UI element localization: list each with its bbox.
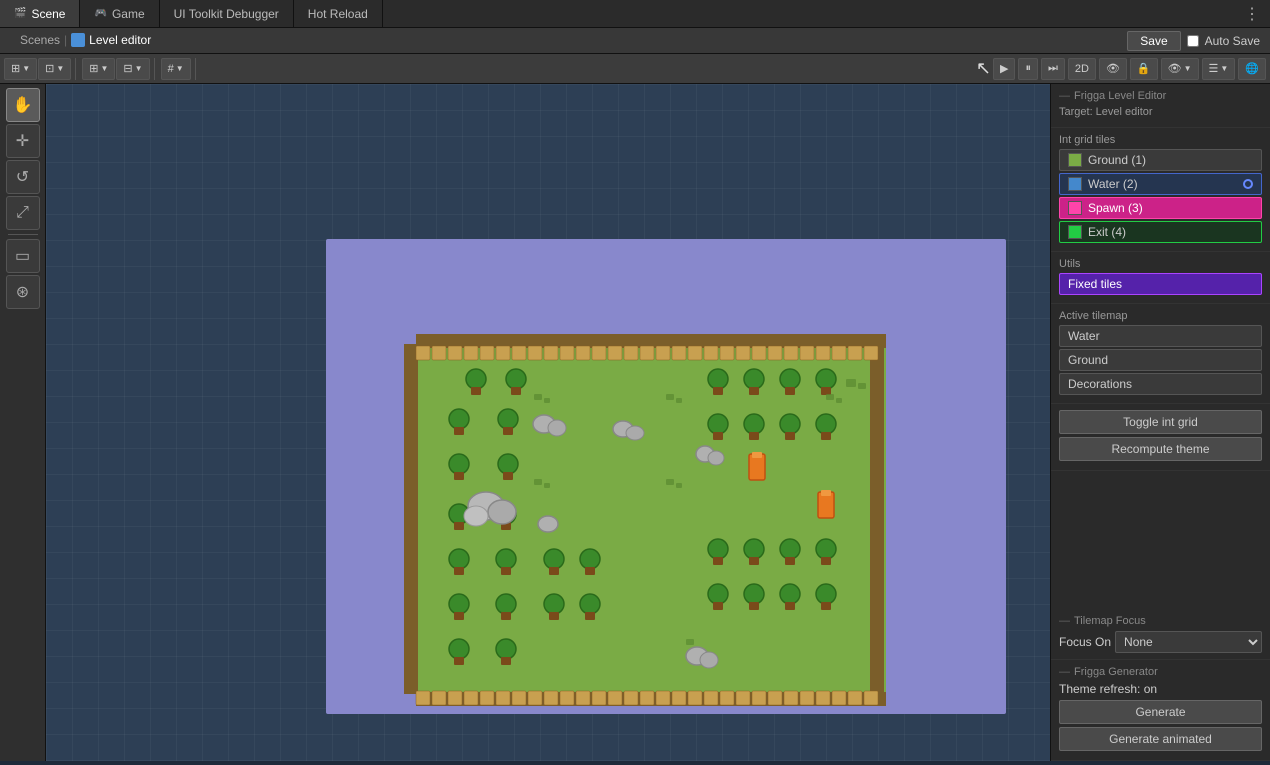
toolbar-vis-btn[interactable]: 👁 ▼ (1161, 58, 1199, 80)
exit-tile-btn[interactable]: Exit (4) (1059, 221, 1262, 243)
frigga-generator-section: Frigga Generator Theme refresh: on Gener… (1051, 660, 1270, 761)
top-bar: 🎬 Scene 🎮 Game UI Toolkit Debugger Hot R… (0, 0, 1270, 28)
tab-scene[interactable]: 🎬 Scene (0, 0, 80, 27)
tool-rotate[interactable]: ↺ (6, 160, 40, 194)
toggle-int-grid-btn[interactable]: Toggle int grid (1059, 410, 1262, 434)
more-options-button[interactable]: ⋮ (1234, 0, 1270, 27)
fixed-tiles-btn[interactable]: Fixed tiles (1059, 273, 1262, 295)
focus-on-label: Focus On (1059, 635, 1111, 649)
ground-tile-btn[interactable]: Ground (1) (1059, 149, 1262, 171)
left-toolbar: ✋ ✛ ↺ ⤢ ▭ ⊛ (0, 84, 46, 761)
toolbar-separator (8, 234, 38, 235)
breadcrumb-sep: | (64, 33, 67, 47)
toolbar-pivot-btn[interactable]: ⊡ ▼ (38, 58, 71, 80)
focus-row: Focus On None (1059, 631, 1262, 653)
toolbar-local-btn[interactable]: ⊟ ▼ (116, 58, 149, 80)
generate-btn[interactable]: Generate (1059, 700, 1262, 724)
utils-label: Utils (1059, 258, 1262, 270)
utils-section: Utils Fixed tiles (1051, 252, 1270, 304)
toolbar-transform-btn[interactable]: ⊞ ▼ (82, 58, 115, 80)
active-tilemap-label: Active tilemap (1059, 310, 1262, 322)
toolbar: ⊞ ▼ ⊡ ▼ ⊞ ▼ ⊟ ▼ # ▼ ↖ ▶ ⏸ ⏭ 2D 👁 🔒 👁 ▼ ☰… (0, 54, 1270, 84)
tool-hand[interactable]: ✋ (6, 88, 40, 122)
right-panel: Frigga Level Editor Target: Level editor… (1050, 84, 1270, 761)
spawn-color (1068, 201, 1082, 215)
tilemap-focus-section: Tilemap Focus Focus On None (1051, 609, 1270, 660)
spawn-tile-btn[interactable]: Spawn (3) (1059, 197, 1262, 219)
toolbar-lock-btn[interactable]: 🔒 (1130, 58, 1158, 80)
decorations-tilemap-btn[interactable]: Decorations (1059, 373, 1262, 395)
level-editor-breadcrumb[interactable]: Level editor (89, 33, 151, 47)
tab-hotreload[interactable]: Hot Reload (294, 0, 383, 27)
toolbar-layer-btn[interactable]: ☰ ▼ (1202, 58, 1236, 80)
level-editor-icon (71, 33, 85, 47)
water-selected-dot (1243, 179, 1253, 189)
main-area: ✋ ✛ ↺ ⤢ ▭ ⊛ (0, 84, 1270, 761)
scenes-breadcrumb[interactable]: Scenes (20, 33, 60, 47)
canvas-area[interactable] (46, 84, 1050, 761)
tab-uitoolkit[interactable]: UI Toolkit Debugger (160, 0, 294, 27)
toolbar-center-btn[interactable]: ⊞ ▼ (4, 58, 37, 80)
save-button[interactable]: Save (1127, 31, 1180, 51)
tool-rect[interactable]: ▭ (6, 239, 40, 273)
toolbar-group-3: # ▼ (161, 58, 196, 80)
toolbar-persp-btn[interactable]: 👁 (1099, 58, 1127, 80)
target-label: Target: Level editor (1059, 106, 1262, 118)
toolbar-group-1: ⊞ ▼ ⊡ ▼ (4, 58, 76, 80)
ground-tilemap-btn[interactable]: Ground (1059, 349, 1262, 371)
tab-hotreload-label: Hot Reload (308, 7, 368, 21)
frigga-generator-title: Frigga Generator (1059, 666, 1262, 678)
scene-icon: 🎬 (14, 8, 26, 19)
focus-select[interactable]: None (1115, 631, 1262, 653)
active-tilemap-section: Active tilemap Water Ground Decorations (1051, 304, 1270, 404)
water-tilemap-btn[interactable]: Water (1059, 325, 1262, 347)
tilemap-focus-title: Tilemap Focus (1059, 615, 1262, 627)
toolbar-group-2: ⊞ ▼ ⊟ ▼ (82, 58, 154, 80)
tab-scene-label: Scene (31, 7, 65, 21)
action-buttons-section: Toggle int grid Recompute theme (1051, 404, 1270, 471)
autosave-label: Auto Save (1205, 34, 1260, 48)
toolbar-2d-btn[interactable]: 2D (1068, 58, 1096, 80)
recompute-theme-btn[interactable]: Recompute theme (1059, 437, 1262, 461)
theme-refresh-label: Theme refresh: on (1059, 682, 1262, 696)
int-grid-section: Int grid tiles Ground (1) Water (2) Spaw… (1051, 128, 1270, 252)
ground-color (1068, 153, 1082, 167)
tool-move[interactable]: ✛ (6, 124, 40, 158)
toolbar-right: ▶ ⏸ ⏭ 2D 👁 🔒 👁 ▼ ☰ ▼ 🌐 (993, 58, 1266, 80)
water-color (1068, 177, 1082, 191)
tab-game-label: Game (112, 7, 145, 21)
toolbar-play-btn[interactable]: ▶ (993, 58, 1015, 80)
toolbar-grid-btn[interactable]: # ▼ (161, 58, 191, 80)
water-tile-btn[interactable]: Water (2) (1059, 173, 1262, 195)
level-map[interactable] (46, 84, 1050, 761)
panel-spacer (1051, 471, 1270, 609)
frigga-level-editor-section: Frigga Level Editor Target: Level editor (1051, 84, 1270, 128)
exit-color (1068, 225, 1082, 239)
tool-custom[interactable]: ⊛ (6, 275, 40, 309)
toolbar-gizmo-btn[interactable]: 🌐 (1238, 58, 1266, 80)
tool-scale[interactable]: ⤢ (6, 196, 40, 230)
int-grid-label: Int grid tiles (1059, 134, 1262, 146)
autosave-checkbox[interactable] (1187, 35, 1199, 47)
tab-uitoolkit-label: UI Toolkit Debugger (174, 7, 279, 21)
tab-game[interactable]: 🎮 Game (80, 0, 159, 27)
cursor-indicator: ↖ (976, 58, 991, 79)
generate-animated-btn[interactable]: Generate animated (1059, 727, 1262, 751)
game-icon: 🎮 (94, 8, 106, 19)
toolbar-step-btn[interactable]: ⏭ (1041, 58, 1065, 80)
frigga-level-editor-title: Frigga Level Editor (1059, 90, 1262, 102)
breadcrumb: Scenes | Level editor (10, 28, 1127, 54)
toolbar-pause-btn[interactable]: ⏸ (1018, 58, 1038, 80)
